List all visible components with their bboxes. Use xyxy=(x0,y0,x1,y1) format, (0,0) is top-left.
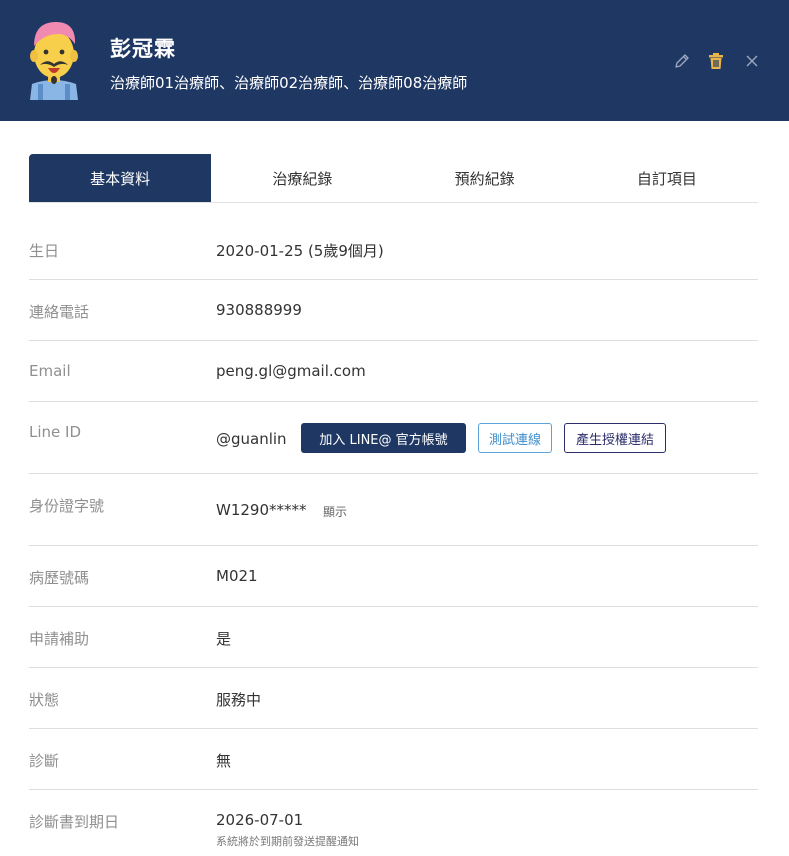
assigned-therapists: 治療師01治療師、治療師02治療師、治療師08治療師 xyxy=(110,74,468,92)
phone-label: 連絡電話 xyxy=(29,303,90,321)
diagnosis-due-label: 診斷書到期日 xyxy=(29,813,120,831)
tab-custom-items[interactable]: 自訂項目 xyxy=(575,154,758,202)
row-diagnosis-due: 診斷書到期日 2026-07-01 系統將於到期前發送提醒通知 xyxy=(29,790,758,856)
patient-header: 彭冠霖 治療師01治療師、治療師02治療師、治療師08治療師 xyxy=(0,0,789,121)
record-number-value: M021 xyxy=(216,567,258,585)
show-id-link[interactable]: 顯示 xyxy=(323,503,347,520)
generate-auth-link-button[interactable]: 產生授權連結 xyxy=(564,423,666,453)
edit-icon[interactable] xyxy=(672,51,692,71)
row-line-id: Line ID @guanlin 加入 LINE@ 官方帳號 測試連線 產生授權… xyxy=(29,402,758,474)
birthday-value: 2020-01-25 (5歲9個月) xyxy=(216,242,384,260)
row-phone: 連絡電話 930888999 xyxy=(29,280,758,341)
row-birthday: 生日 2020-01-25 (5歲9個月) xyxy=(29,219,758,280)
patient-name: 彭冠霖 xyxy=(110,37,176,61)
detail-tabs: 基本資料 治療紀錄 預約紀錄 自訂項目 xyxy=(29,154,758,203)
close-icon[interactable] xyxy=(742,51,762,71)
trash-icon[interactable] xyxy=(706,51,726,71)
row-subsidy: 申請補助 是 xyxy=(29,607,758,668)
phone-value: 930888999 xyxy=(216,301,302,319)
row-record-number: 病歷號碼 M021 xyxy=(29,546,758,607)
avatar xyxy=(30,22,78,100)
tab-basic-info[interactable]: 基本資料 xyxy=(29,154,212,202)
status-value: 服務中 xyxy=(216,691,262,709)
test-connection-button[interactable]: 測試連線 xyxy=(478,423,552,453)
record-number-label: 病歷號碼 xyxy=(29,569,90,587)
diagnosis-label: 診斷 xyxy=(29,752,60,770)
tab-appointment-records[interactable]: 預約紀錄 xyxy=(393,154,576,202)
reminder-note: 系統將於到期前發送提醒通知 xyxy=(216,835,359,848)
status-label: 狀態 xyxy=(29,691,60,709)
email-value: peng.gl@gmail.com xyxy=(216,362,366,380)
row-id-number: 身份證字號 W1290***** 顯示 xyxy=(29,474,758,546)
row-email: Email peng.gl@gmail.com xyxy=(29,341,758,402)
join-line-official-button[interactable]: 加入 LINE@ 官方帳號 xyxy=(301,423,466,453)
birthday-label: 生日 xyxy=(29,242,60,260)
diagnosis-due-value: 2026-07-01 xyxy=(216,811,304,829)
line-id-value: @guanlin xyxy=(216,430,287,448)
row-status: 狀態 服務中 xyxy=(29,668,758,729)
row-diagnosis: 診斷 無 xyxy=(29,729,758,790)
email-label: Email xyxy=(29,362,71,380)
line-id-label: Line ID xyxy=(29,423,82,441)
diagnosis-value: 無 xyxy=(216,752,232,770)
id-number-value: W1290***** xyxy=(216,501,307,519)
subsidy-value: 是 xyxy=(216,630,232,648)
id-number-label: 身份證字號 xyxy=(29,497,105,515)
tab-treatment-records[interactable]: 治療紀錄 xyxy=(211,154,394,202)
subsidy-label: 申請補助 xyxy=(29,630,90,648)
